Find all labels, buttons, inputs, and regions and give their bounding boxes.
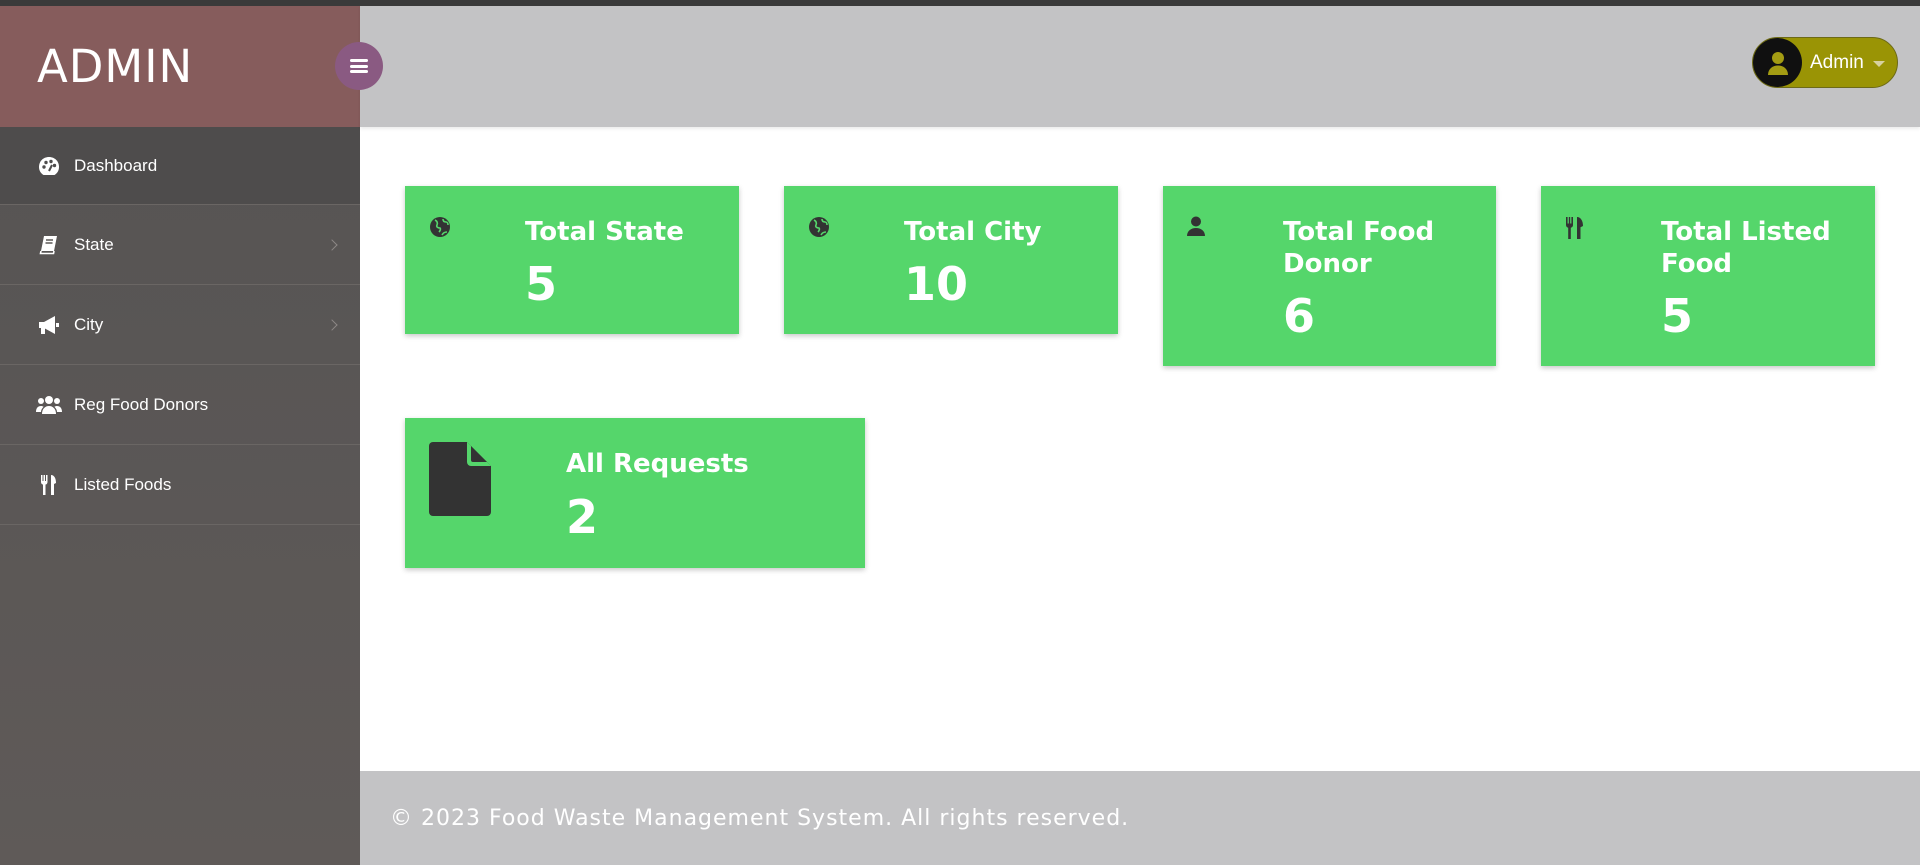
sidebar-item-listed-foods[interactable]: Listed Foods bbox=[0, 445, 360, 525]
card-value: 10 bbox=[904, 257, 969, 311]
user-icon bbox=[1753, 38, 1802, 87]
file-icon bbox=[429, 442, 491, 521]
card-title: Total Food Donor bbox=[1283, 217, 1435, 279]
brand: ADMIN bbox=[0, 6, 360, 127]
hamburger-icon bbox=[350, 59, 368, 73]
sidebar: ADMIN Dashboard State City Reg Food Dono… bbox=[0, 6, 360, 865]
globe-icon bbox=[429, 216, 451, 243]
caret-down-icon bbox=[1872, 60, 1885, 67]
sidebar-item-reg-food-donors[interactable]: Reg Food Donors bbox=[0, 365, 360, 445]
card-value: 6 bbox=[1283, 289, 1316, 343]
top-header: Admin bbox=[360, 6, 1920, 127]
book-icon bbox=[36, 234, 62, 256]
utensils-icon bbox=[1565, 216, 1585, 245]
stat-card-total-listed-food[interactable]: Total Listed Food 5 bbox=[1541, 186, 1875, 366]
brand-title: ADMIN bbox=[37, 40, 194, 93]
utensils-icon bbox=[36, 474, 62, 496]
card-value: 2 bbox=[566, 490, 599, 544]
stat-card-all-requests[interactable]: All Requests 2 bbox=[405, 418, 865, 568]
globe-icon bbox=[808, 216, 830, 243]
sidebar-item-label: State bbox=[74, 234, 114, 254]
chevron-right-icon bbox=[326, 238, 338, 251]
bullhorn-icon bbox=[36, 314, 62, 336]
card-title: Total Listed Food bbox=[1661, 217, 1831, 279]
stat-card-total-food-donor[interactable]: Total Food Donor 6 bbox=[1163, 186, 1496, 366]
stat-card-total-state[interactable]: Total State 5 bbox=[405, 186, 739, 334]
sidebar-item-state[interactable]: State bbox=[0, 205, 360, 285]
chevron-right-icon bbox=[326, 318, 338, 331]
user-name: Admin bbox=[1810, 51, 1864, 73]
card-title: Total State bbox=[525, 217, 684, 247]
palette-icon bbox=[36, 155, 62, 177]
sidebar-item-label: Dashboard bbox=[74, 155, 158, 175]
card-title: All Requests bbox=[566, 449, 749, 479]
users-icon bbox=[36, 394, 62, 416]
sidebar-item-label: Listed Foods bbox=[74, 474, 172, 494]
footer-copyright: © 2023 Food Waste Management System. All… bbox=[390, 805, 1130, 831]
footer: © 2023 Food Waste Management System. All… bbox=[360, 771, 1920, 865]
sidebar-item-city[interactable]: City bbox=[0, 285, 360, 365]
card-value: 5 bbox=[1661, 289, 1694, 343]
user-icon bbox=[1187, 216, 1205, 241]
menu-toggle-button[interactable] bbox=[335, 42, 383, 90]
card-value: 5 bbox=[525, 257, 558, 311]
user-menu-button[interactable]: Admin bbox=[1752, 37, 1898, 88]
card-title: Total City bbox=[904, 217, 1042, 247]
sidebar-item-label: City bbox=[74, 314, 104, 334]
sidebar-item-dashboard[interactable]: Dashboard bbox=[0, 127, 360, 205]
stat-card-total-city[interactable]: Total City 10 bbox=[784, 186, 1118, 334]
sidebar-item-label: Reg Food Donors bbox=[74, 394, 209, 414]
